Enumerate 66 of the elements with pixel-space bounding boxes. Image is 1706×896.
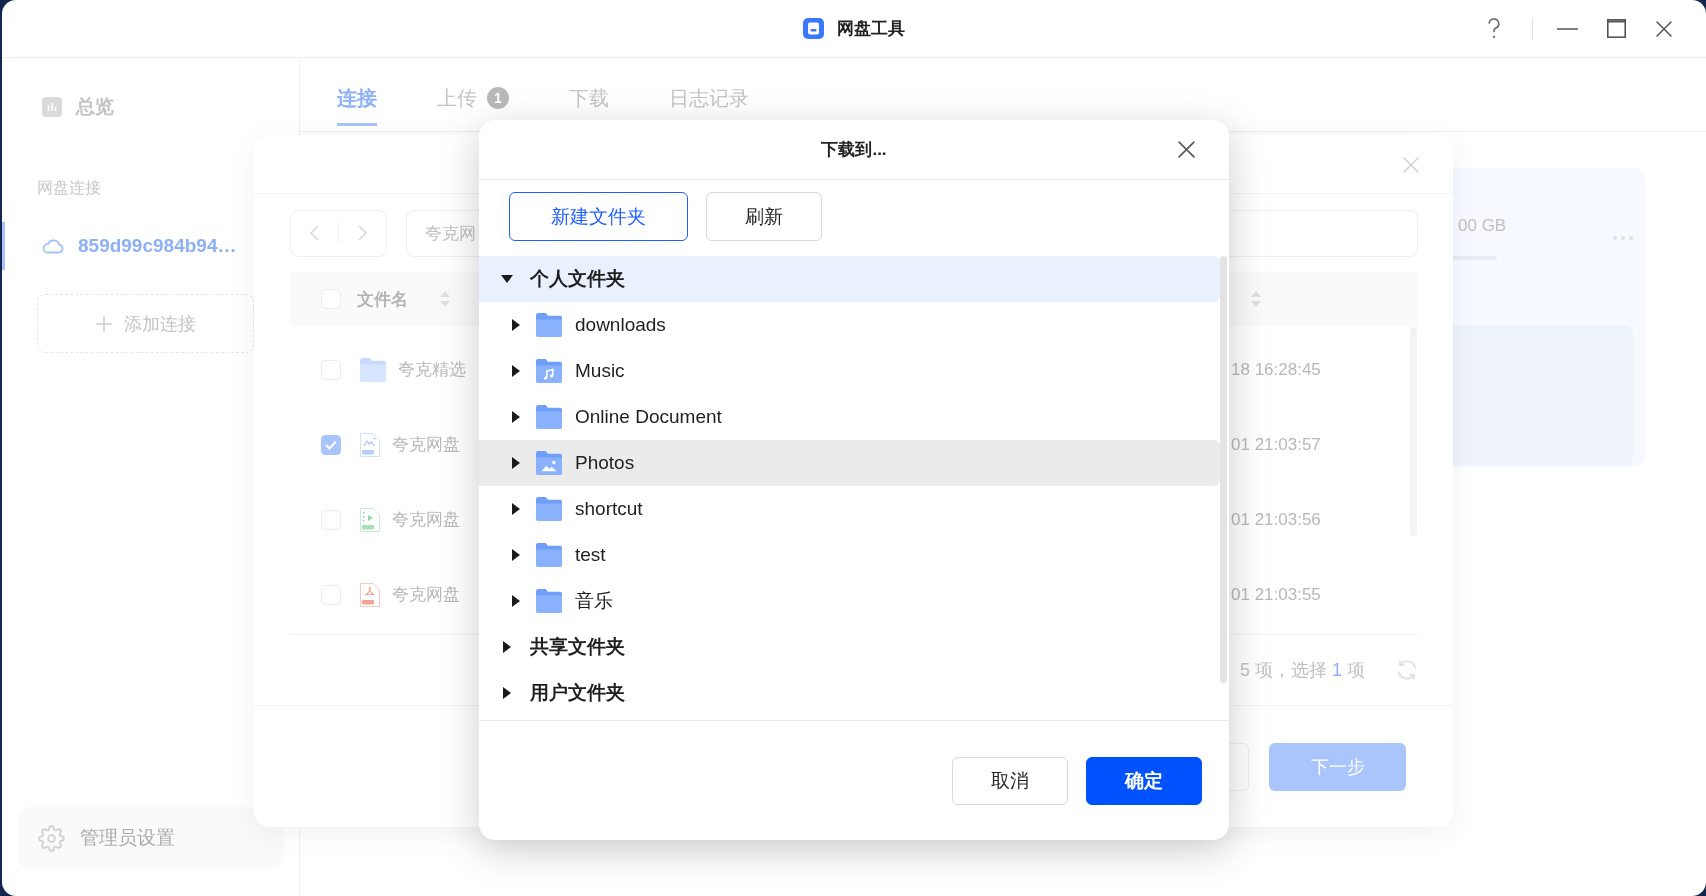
caret-right-icon[interactable] <box>512 503 520 515</box>
tree-item[interactable]: 个人文件夹 <box>479 256 1220 302</box>
modified-time: 01 21:03:57 <box>1231 434 1321 455</box>
tree-item[interactable]: 共享文件夹 <box>479 624 1220 670</box>
refresh-icon[interactable] <box>1396 658 1418 681</box>
folder-icon <box>360 357 386 382</box>
help-icon[interactable] <box>1487 18 1501 39</box>
new-folder-button[interactable]: 新建文件夹 <box>509 192 688 241</box>
minimize-icon[interactable] <box>1557 27 1578 30</box>
caret-right-icon[interactable] <box>512 595 520 607</box>
count-badge: 1 <box>487 87 509 109</box>
plus-icon <box>95 315 112 332</box>
refresh-button[interactable]: 刷新 <box>706 192 822 241</box>
modified-time: 01 21:03:56 <box>1231 509 1321 530</box>
file-name: 夸克网盘 <box>392 584 460 606</box>
caret-right-icon[interactable] <box>512 319 520 331</box>
app-logo-icon <box>803 18 824 39</box>
caret-right-icon[interactable] <box>512 549 520 561</box>
tree-item[interactable]: downloads <box>479 302 1220 348</box>
tree-item[interactable]: Photos <box>479 440 1220 486</box>
tree-item[interactable]: Music <box>479 348 1220 394</box>
folder-icon <box>536 543 562 567</box>
scrollbar[interactable] <box>1220 256 1227 683</box>
folder-icon <box>536 589 562 613</box>
video-file-icon <box>360 507 380 532</box>
chevron-left-icon <box>310 225 319 241</box>
chevron-right-icon <box>358 225 367 241</box>
cancel-button[interactable]: 取消 <box>952 757 1068 805</box>
folder-icon <box>536 497 562 521</box>
storage-capacity: 00 GB <box>1458 215 1507 237</box>
image-file-icon <box>360 432 380 457</box>
caret-right-icon[interactable] <box>512 365 520 377</box>
folder-icon <box>536 313 562 337</box>
file-name: 夸克精选 <box>398 359 466 381</box>
confirm-button[interactable]: 确定 <box>1086 757 1202 805</box>
pdf-file-icon <box>360 582 380 607</box>
caret-right-icon[interactable] <box>503 641 511 653</box>
tree-item[interactable]: 用户文件夹 <box>479 670 1220 716</box>
photo-folder-icon <box>536 451 562 475</box>
check-icon <box>325 439 337 450</box>
modified-time: 01 21:03:55 <box>1231 584 1321 605</box>
tree-item[interactable]: 音乐 <box>479 578 1220 624</box>
selection-status: 5 项，选择 1 项 <box>1240 658 1366 682</box>
window-title: 网盘工具 <box>837 18 905 40</box>
close-icon[interactable] <box>1178 141 1195 158</box>
settings-icon <box>38 824 65 852</box>
sort-icon[interactable] <box>440 291 450 307</box>
caret-down-icon[interactable] <box>501 275 513 283</box>
sort-icon[interactable] <box>1251 291 1261 307</box>
tree-item[interactable]: Online Document <box>479 394 1220 440</box>
file-name: 夸克网盘 <box>392 509 460 531</box>
cloud-icon <box>42 238 64 254</box>
folder-icon <box>536 405 562 429</box>
caret-right-icon[interactable] <box>512 411 520 423</box>
tree-item[interactable]: test <box>479 532 1220 578</box>
maximize-icon[interactable] <box>1607 19 1626 38</box>
chart-icon <box>42 97 62 117</box>
caret-right-icon[interactable] <box>512 457 520 469</box>
tree-item[interactable]: shortcut <box>479 486 1220 532</box>
music-folder-icon <box>536 359 562 383</box>
checkbox[interactable] <box>321 434 341 455</box>
modified-time: 18 16:28:45 <box>1231 359 1321 380</box>
close-icon[interactable] <box>1656 20 1672 37</box>
dialog-title: 下载到... <box>821 139 887 161</box>
caret-right-icon[interactable] <box>503 687 511 699</box>
file-name: 夸克网盘 <box>392 434 460 456</box>
